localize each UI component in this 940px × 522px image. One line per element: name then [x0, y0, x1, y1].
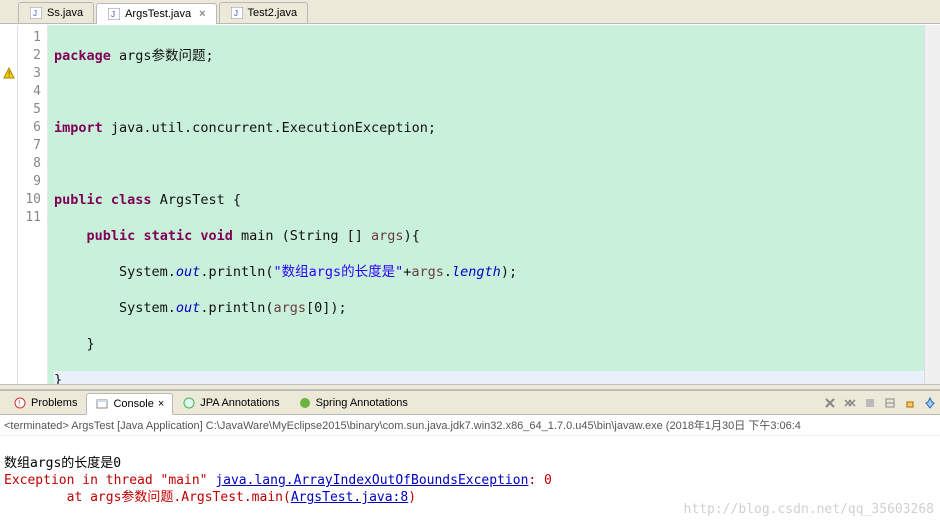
- problems-icon: !: [13, 396, 27, 410]
- scroll-lock-icon[interactable]: [901, 394, 919, 412]
- svg-text:J: J: [111, 10, 115, 19]
- spring-icon: [298, 396, 312, 410]
- watermark: http://blog.csdn.net/qq_35603268: [684, 501, 934, 518]
- tab-jpa[interactable]: JPA Annotations: [173, 392, 288, 414]
- bottom-view-tabs: ! Problems Console × JPA Annotations Spr…: [0, 391, 940, 415]
- exception-line: Exception in thread "main": [4, 473, 215, 488]
- svg-text:!: !: [18, 399, 20, 408]
- java-file-icon: J: [29, 6, 43, 20]
- annotation-icon: [182, 396, 196, 410]
- stack-line: at args参数问题.ArgsTest.main(: [4, 490, 291, 505]
- editor-area: ! 1234567891011 package args参数问题; import…: [0, 24, 940, 384]
- vertical-scrollbar[interactable]: [924, 25, 940, 384]
- exception-link[interactable]: java.lang.ArrayIndexOutOfBoundsException: [215, 473, 528, 488]
- stack-link[interactable]: ArgsTest.java:8: [291, 490, 408, 505]
- console-icon: [95, 397, 109, 411]
- tab-problems[interactable]: ! Problems: [4, 392, 86, 414]
- tab-spring[interactable]: Spring Annotations: [289, 392, 417, 414]
- terminated-header: <terminated> ArgsTest [Java Application]…: [0, 415, 940, 436]
- console-panel: ! Problems Console × JPA Annotations Spr…: [0, 390, 940, 522]
- pin-console-icon[interactable]: [921, 394, 939, 412]
- java-file-icon: J: [230, 6, 244, 20]
- stdout-line: 数组args的长度是0: [4, 456, 121, 471]
- console-output[interactable]: 数组args的长度是0 Exception in thread "main" j…: [0, 436, 940, 522]
- warning-icon[interactable]: !: [0, 67, 17, 79]
- editor-tab-ss[interactable]: J Ss.java: [18, 2, 94, 23]
- editor-tab-test2[interactable]: J Test2.java: [219, 2, 309, 23]
- remove-launch-icon[interactable]: [821, 394, 839, 412]
- close-icon[interactable]: ×: [199, 8, 205, 20]
- tab-console[interactable]: Console ×: [86, 393, 173, 415]
- svg-text:J: J: [234, 9, 238, 18]
- svg-text:!: !: [8, 70, 10, 79]
- editor-tabbar: J Ss.java J ArgsTest.java × J Test2.java: [0, 0, 940, 24]
- java-file-icon: J: [107, 7, 121, 21]
- remove-all-icon[interactable]: [841, 394, 859, 412]
- close-icon[interactable]: ×: [158, 398, 164, 410]
- clear-console-icon[interactable]: [881, 394, 899, 412]
- tab-label: ArgsTest.java: [125, 8, 191, 20]
- marker-ruler: !: [0, 25, 18, 384]
- editor-tab-argstest[interactable]: J ArgsTest.java ×: [96, 3, 216, 24]
- line-gutter: 1234567891011: [18, 25, 48, 384]
- code-area[interactable]: package args参数问题; import java.util.concu…: [48, 25, 924, 384]
- terminate-icon[interactable]: [861, 394, 879, 412]
- tab-label: Ss.java: [47, 7, 83, 19]
- tab-label: Test2.java: [248, 7, 298, 19]
- svg-text:J: J: [33, 9, 37, 18]
